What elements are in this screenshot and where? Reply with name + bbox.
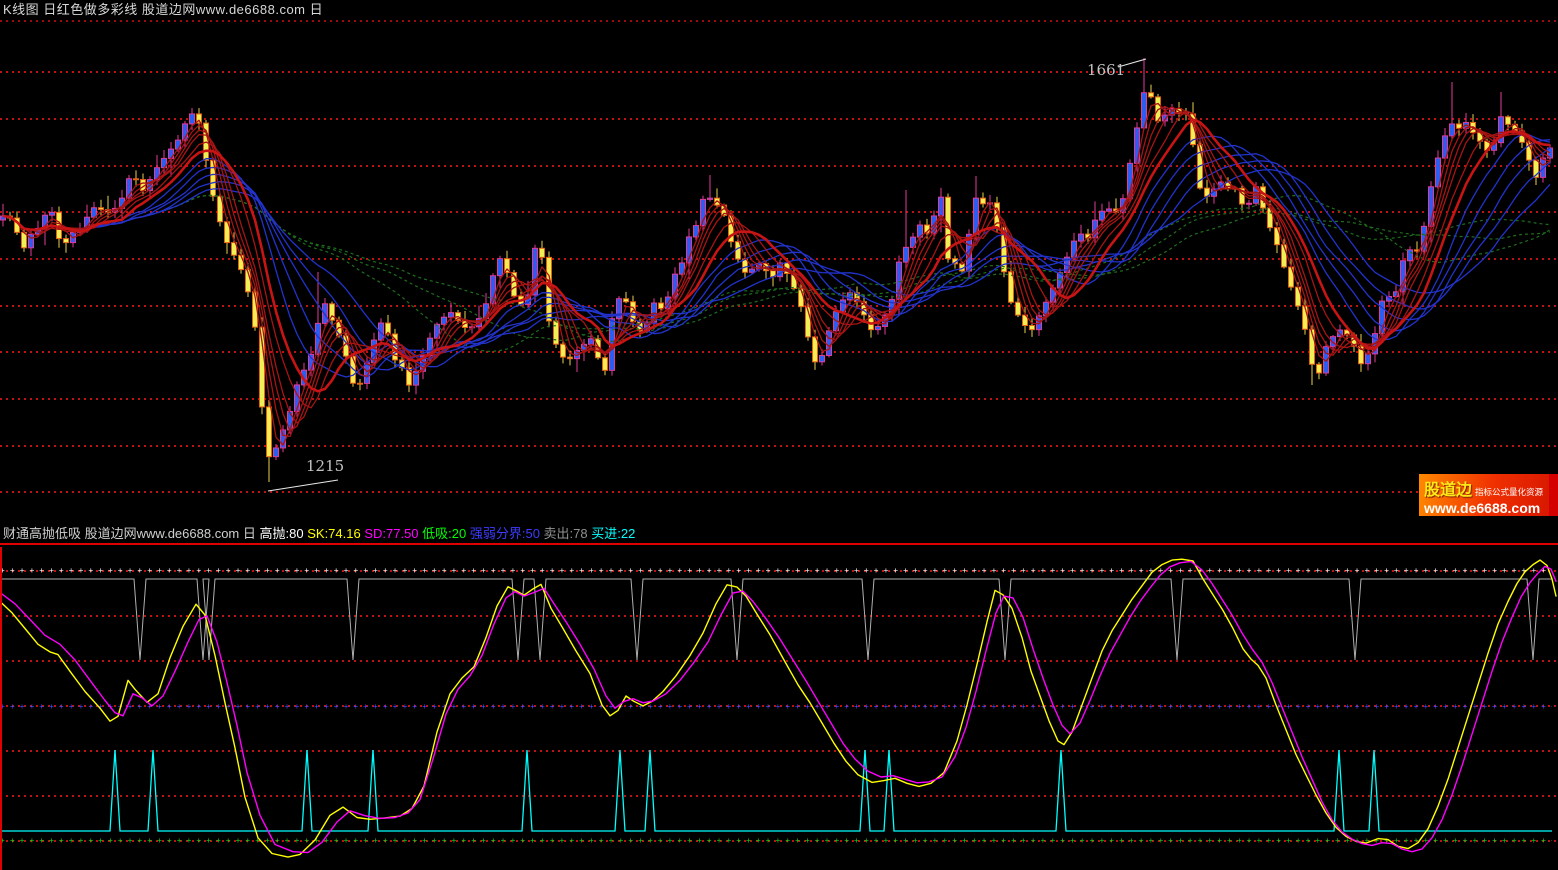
price-low-label: 1215: [306, 457, 344, 475]
window-title: K线图 日红色做多彩线 股道边网www.de6688.com 日: [0, 0, 1558, 20]
indicator-name: 财通高抛低吸: [3, 526, 81, 541]
watermark-tagline: 指标公式量化资源: [1475, 486, 1543, 498]
param-高抛: 高抛:80: [260, 526, 304, 541]
main-candlestick-chart[interactable]: [0, 0, 1558, 545]
param-低吸: 低吸:20: [419, 526, 467, 541]
watermark-url[interactable]: www.de6688.com: [1424, 500, 1549, 516]
indicator-chart[interactable]: [0, 547, 1558, 870]
indicator-source: 股道边网www.de6688.com: [85, 526, 240, 541]
param-买进: 买进:22: [588, 526, 636, 541]
panel-divider: [0, 543, 1558, 545]
param-强弱分界: 强弱分界:50: [466, 526, 540, 541]
param-SK: SK:74.16: [304, 526, 361, 541]
param-SD: SD:77.50: [361, 526, 419, 541]
watermark-brand: 股道边: [1424, 476, 1472, 500]
sub-panel-left-border: [0, 547, 2, 870]
window-title-text: K线图 日红色做多彩线 股道边网www.de6688.com 日: [3, 2, 323, 17]
indicator-header: 财通高抛低吸 股道边网www.de6688.com 日 高抛:80 SK:74.…: [0, 524, 1558, 543]
indicator-period: 日: [243, 526, 256, 541]
indicator-params: 高抛:80 SK:74.16 SD:77.50 低吸:20 强弱分界:50 卖出…: [260, 526, 636, 541]
watermark-logo[interactable]: 股道边 指标公式量化资源 www.de6688.com: [1419, 474, 1549, 516]
param-卖出: 卖出:78: [540, 526, 588, 541]
price-high-label: 1661: [1087, 61, 1125, 79]
watermark-right-strip: [1549, 474, 1558, 516]
